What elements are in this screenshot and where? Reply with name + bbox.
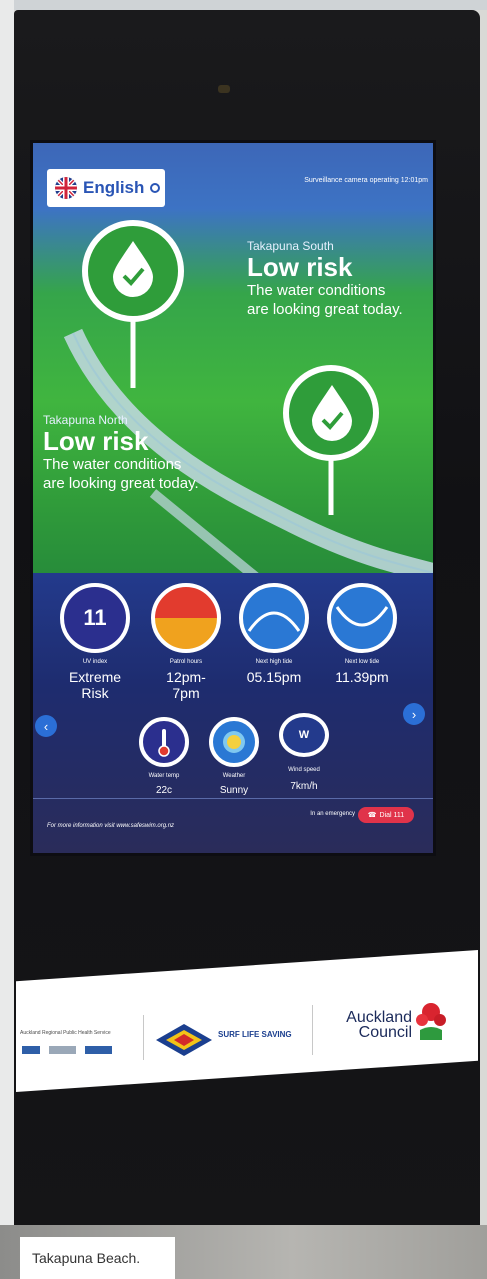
uv-label: UV index bbox=[82, 659, 108, 665]
high-tide-label: Next high tide bbox=[255, 659, 293, 665]
weather-label: Weather bbox=[222, 773, 246, 779]
wind-speed-label: Wind speed bbox=[288, 767, 320, 773]
sponsor-divider bbox=[143, 1015, 144, 1060]
footer-info: For more information visit www.safeswim.… bbox=[47, 823, 175, 829]
sponsor-divider bbox=[312, 1005, 313, 1055]
beach-map bbox=[33, 143, 433, 613]
council-name-2: Council bbox=[358, 1024, 412, 1041]
water-drop-icon bbox=[310, 383, 354, 441]
condition-line-1: The water conditions bbox=[247, 282, 386, 299]
wind-direction: W bbox=[298, 729, 310, 741]
uv-index-badge: 11 bbox=[60, 583, 130, 653]
weather-value: Sunny bbox=[219, 785, 249, 796]
low-tide-time: 11.39pm bbox=[335, 669, 389, 685]
condition-line-1: The water conditions bbox=[43, 456, 182, 473]
condition-line-2: are looking great today. bbox=[43, 475, 199, 492]
risk-level: Low risk bbox=[43, 426, 149, 456]
risk-level: Low risk bbox=[247, 252, 353, 282]
language-label: English bbox=[83, 178, 145, 197]
camera-lens bbox=[218, 85, 230, 93]
map-shoreline bbox=[63, 220, 433, 587]
surf-life-saving-logo bbox=[154, 1022, 214, 1058]
language-button[interactable]: English bbox=[47, 169, 165, 207]
uk-flag-icon bbox=[55, 177, 77, 199]
uv-text-2: Risk bbox=[81, 685, 109, 701]
north-beach-status: Takapuna North Low risk The water condit… bbox=[43, 413, 243, 493]
previous-arrow-button[interactable]: ‹ bbox=[35, 715, 57, 737]
water-temp-value: 22c bbox=[155, 785, 173, 796]
wind-speed-value: 7km/h bbox=[290, 781, 318, 792]
surf-life-saving-label: SURF LIFE SAVING bbox=[218, 1030, 292, 1039]
sun-icon bbox=[209, 717, 259, 767]
background-wall bbox=[0, 0, 14, 1279]
chevron-down-icon bbox=[150, 183, 161, 193]
location-name: Takapuna North bbox=[43, 413, 128, 427]
next-arrow-button[interactable]: › bbox=[403, 703, 425, 725]
thermometer-icon bbox=[139, 717, 189, 767]
patrol-flag-icon bbox=[151, 583, 221, 653]
pohutukawa-logo bbox=[414, 1000, 448, 1042]
partner-logos bbox=[22, 1046, 112, 1054]
emergency-call-button[interactable]: ☎ Dial 111 bbox=[358, 807, 414, 823]
condition-line-2: are looking great today. bbox=[247, 301, 403, 318]
south-beach-status: Takapuna South Low risk The water condit… bbox=[247, 239, 432, 319]
low-tide-icon bbox=[327, 583, 397, 653]
high-tide-icon bbox=[239, 583, 309, 653]
location-name: Takapuna South bbox=[247, 239, 334, 253]
emergency-text: In an emergency bbox=[310, 811, 355, 817]
phone-icon: ☎ bbox=[367, 812, 377, 819]
water-drop-icon bbox=[111, 239, 155, 297]
low-tide-label: Next low tide bbox=[344, 659, 380, 665]
wind-direction-icon: W bbox=[279, 713, 329, 757]
patrol-text-1: 12pm- bbox=[166, 669, 206, 685]
patrol-label: Patrol hours bbox=[169, 659, 203, 665]
partner-health-service: Auckland Regional Public Health Service bbox=[20, 1030, 111, 1036]
sky-background bbox=[0, 0, 487, 10]
status-text: Surveillance camera operating 12:01pm bbox=[304, 177, 428, 184]
uv-value: 11 bbox=[83, 605, 107, 630]
uv-text-1: Extreme bbox=[68, 669, 122, 685]
kiosk-screen: English Surveillance camera operating 12… bbox=[30, 140, 436, 856]
patrol-text-2: 7pm bbox=[172, 685, 200, 701]
photo-caption: Takapuna Beach. bbox=[20, 1237, 175, 1279]
emergency-call-label: Dial 111 bbox=[379, 811, 405, 819]
high-tide-time: 05.15pm bbox=[246, 669, 302, 685]
footer-divider bbox=[33, 798, 433, 799]
water-temp-label: Water temp bbox=[148, 773, 180, 779]
